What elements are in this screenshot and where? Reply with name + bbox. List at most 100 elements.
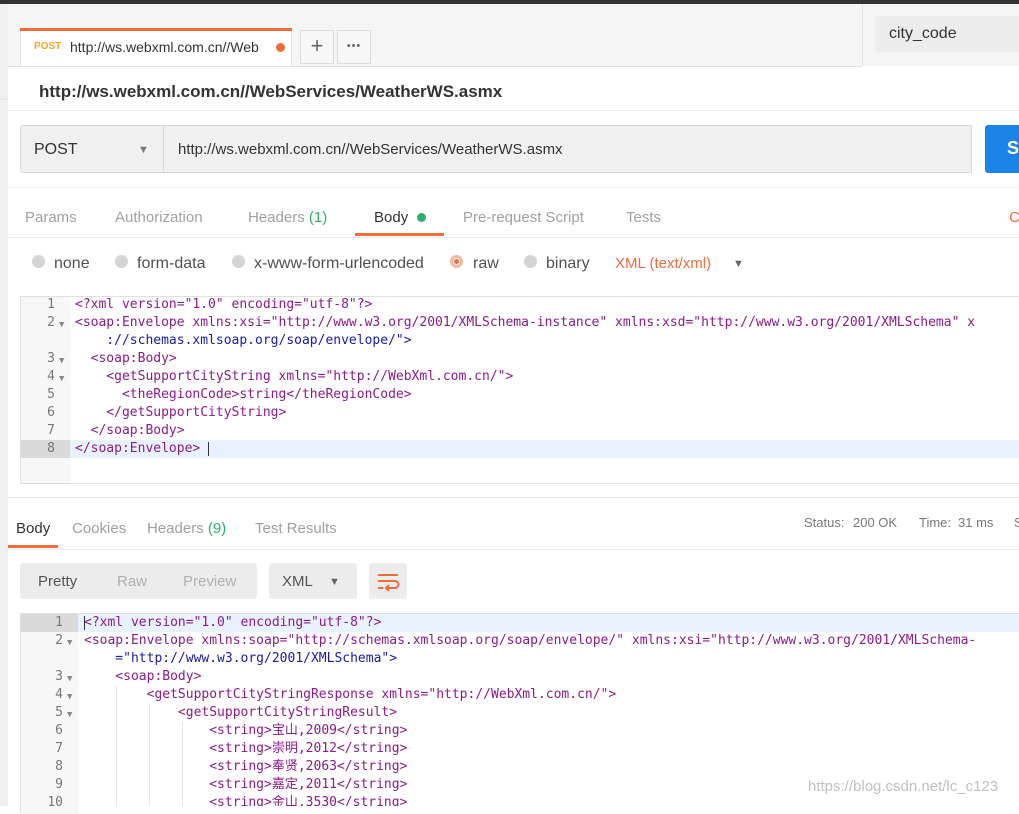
radio-none[interactable]	[32, 255, 45, 268]
line-number: 2	[47, 315, 55, 330]
line-number: 6	[55, 723, 63, 738]
code-line: </soap:Body>	[75, 423, 185, 438]
status-label: Status:	[804, 515, 845, 530]
fold-arrow-icon[interactable]: ▼	[67, 706, 72, 724]
request-tab-title: http://ws.webxml.com.cn//Web	[70, 39, 259, 55]
divider	[8, 549, 1019, 550]
chevron-down-icon: ▼	[329, 576, 340, 588]
code-line: <string>金山,3530</string>	[84, 795, 408, 806]
line-number: 8	[55, 759, 63, 774]
unsaved-dot-icon	[276, 43, 285, 52]
radio-form-data-label: form-data	[137, 255, 206, 272]
view-raw-button[interactable]: Raw	[117, 573, 147, 590]
fold-arrow-icon[interactable]: ▼	[67, 670, 72, 688]
divider	[8, 187, 1019, 188]
fold-arrow-icon[interactable]: ▼	[59, 352, 64, 370]
code-line: <getSupportCityStringResponse xmlns="htt…	[84, 687, 617, 702]
code-line: <?xml version="1.0" encoding="utf-8"?>	[75, 297, 373, 312]
tab-params[interactable]: Params	[25, 209, 77, 226]
url-value: http://ws.webxml.com.cn//WebServices/Wea…	[178, 141, 563, 158]
view-preview-button[interactable]: Preview	[183, 573, 236, 590]
status-value: 200 OK	[853, 515, 898, 530]
code-line: <string>崇明,2012</string>	[84, 741, 408, 756]
response-format-value: XML	[282, 573, 313, 590]
environment-value: city_code	[889, 25, 957, 42]
line-number: 6	[47, 405, 55, 420]
more-icon: •••	[346, 40, 362, 52]
tab-prerequest-script[interactable]: Pre-request Script	[463, 209, 584, 226]
fold-arrow-icon[interactable]: ▼	[67, 688, 72, 706]
line-number: 1	[47, 297, 55, 312]
code-line: <soap:Envelope xmlns:soap="http://schema…	[84, 633, 977, 648]
cookies-link[interactable]: C	[1009, 209, 1019, 226]
time-value: 31 ms	[958, 515, 994, 530]
response-tab-headers-label: Headers	[147, 520, 204, 537]
chevron-down-icon: ▼	[733, 258, 744, 270]
code-line: <soap:Body>	[75, 351, 177, 366]
code-line: <theRegionCode>string</theRegionCode>	[75, 387, 412, 402]
code-line: ="http://www.w3.org/2001/XMLSchema">	[84, 651, 398, 666]
fold-arrow-icon[interactable]: ▼	[67, 634, 72, 652]
response-tab-headers-count: (9)	[207, 520, 227, 537]
line-number: 5	[47, 387, 55, 402]
tab-headers[interactable]: Headers (1)	[248, 209, 327, 226]
radio-binary[interactable]	[524, 255, 537, 268]
line-number: 10	[47, 795, 63, 810]
new-tab-button[interactable]: +	[300, 30, 334, 64]
tab-body[interactable]: Body	[374, 209, 408, 226]
code-line: <soap:Body>	[84, 669, 202, 684]
line-number: 7	[55, 741, 63, 756]
text-cursor	[208, 442, 209, 456]
code-line: <soap:Envelope xmlns:xsi="http://www.w3.…	[75, 315, 976, 330]
body-status-dot-icon	[417, 213, 426, 222]
divider	[8, 110, 1019, 111]
line-number: 3	[55, 669, 63, 684]
line-number: 4	[47, 369, 55, 384]
tab-options-button[interactable]: •••	[337, 30, 371, 64]
code-line: </soap:Envelope>	[75, 441, 201, 456]
code-line: <getSupportCityString xmlns="http://WebX…	[75, 369, 514, 384]
active-tab-indicator	[8, 545, 58, 548]
radio-raw[interactable]	[450, 255, 463, 268]
radio-urlencoded[interactable]	[232, 255, 245, 268]
radio-binary-label: binary	[546, 255, 590, 272]
wrap-lines-icon	[378, 574, 400, 592]
response-tab-test-results[interactable]: Test Results	[255, 520, 337, 537]
response-tab-headers[interactable]: Headers (9)	[147, 520, 226, 537]
request-name: http://ws.webxml.com.cn//WebServices/Wea…	[39, 82, 503, 101]
view-pretty-button[interactable]: Pretty	[38, 573, 77, 590]
code-line: <string>奉贤,2063</string>	[84, 759, 408, 774]
content-type-dropdown[interactable]: XML (text/xml)	[615, 255, 711, 272]
line-number: 8	[47, 441, 55, 456]
code-line: ://schemas.xmlsoap.org/soap/envelope/">	[75, 333, 412, 348]
plus-icon: +	[310, 33, 324, 58]
tab-tests[interactable]: Tests	[626, 209, 661, 226]
code-line: <string>嘉定,2011</string>	[84, 777, 408, 792]
wrap-lines-button[interactable]	[369, 563, 407, 599]
time-label: Time:	[919, 515, 952, 530]
divider	[8, 237, 1019, 238]
tab-authorization[interactable]: Authorization	[115, 209, 203, 226]
code-line: <getSupportCityStringResult>	[84, 705, 398, 720]
response-tab-body[interactable]: Body	[16, 520, 50, 537]
fold-arrow-icon[interactable]: ▼	[59, 370, 64, 388]
code-line: </getSupportCityString>	[75, 405, 287, 420]
sidebar-edge	[0, 4, 8, 806]
line-number: 4	[55, 687, 63, 702]
active-tab-indicator	[355, 233, 444, 236]
code-line: <string>宝山,2009</string>	[84, 723, 408, 738]
tab-headers-label: Headers	[248, 209, 305, 226]
radio-form-data[interactable]	[115, 255, 128, 268]
line-number: 1	[55, 615, 63, 630]
method-value: POST	[34, 141, 78, 158]
sidebar-edge-mark	[0, 98, 8, 100]
fold-arrow-icon[interactable]: ▼	[59, 316, 64, 334]
radio-raw-label: raw	[473, 255, 499, 272]
watermark: https://blog.csdn.net/lc_c123	[808, 778, 999, 795]
code-line: <?xml version="1.0" encoding="utf-8"?>	[84, 615, 382, 630]
response-tab-cookies[interactable]: Cookies	[72, 520, 126, 537]
text-cursor	[84, 616, 85, 630]
send-button-label: S	[1007, 138, 1019, 158]
line-number: 5	[55, 705, 63, 720]
line-number: 2	[55, 633, 63, 648]
